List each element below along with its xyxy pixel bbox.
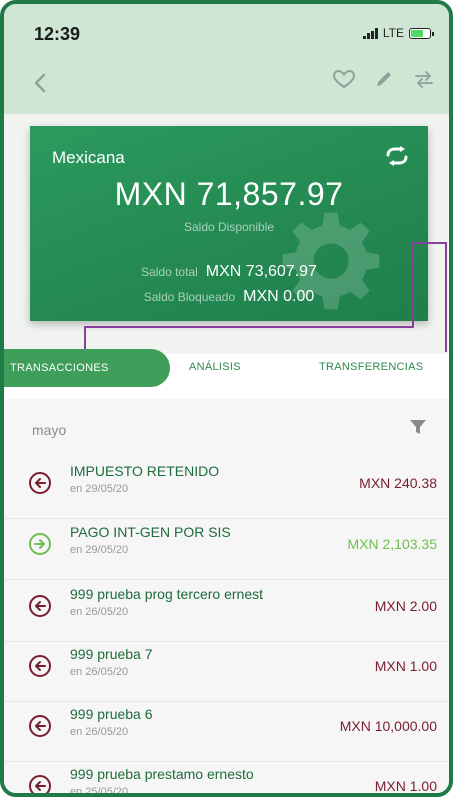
- transaction-date: en 26/05/20: [70, 666, 129, 678]
- transaction-amount: MXN 240.38: [359, 475, 437, 491]
- transaction-amount: MXN 2,103.35: [347, 536, 438, 552]
- annotation-line-vertical-mid: [412, 242, 414, 328]
- account-name: Mexicana: [52, 148, 125, 167]
- transaction-amount: MXN 2.00: [374, 598, 437, 614]
- annotation-line-vertical-right: [445, 242, 447, 352]
- available-balance: MXN 71,857.97: [114, 176, 344, 212]
- month-header: mayo: [32, 422, 67, 438]
- arrow-left-circle-icon: [29, 715, 51, 737]
- arrow-left-circle-icon: [29, 595, 51, 617]
- transaction-amount: MXN 1.00: [374, 778, 437, 794]
- transaction-title: 999 prueba 7: [70, 646, 153, 662]
- signal-icon: [362, 27, 378, 39]
- arrow-left-circle-icon: [29, 472, 51, 494]
- transaction-date: en 26/05/20: [70, 606, 129, 618]
- tab-transferencias[interactable]: TRANSFERENCIAS: [319, 361, 423, 373]
- transaction-date: en 29/05/20: [70, 483, 129, 495]
- row-divider: [4, 518, 449, 519]
- arrow-left-circle-icon: [29, 775, 51, 793]
- transaction-row[interactable]: PAGO INT-GEN POR SIS en 29/05/20 MXN 2,103…: [4, 520, 449, 580]
- swap-arrows-icon[interactable]: [382, 144, 412, 168]
- filter-icon[interactable]: [409, 418, 427, 436]
- transaction-row[interactable]: 999 prueba prog tercero ernest en 26/05/2…: [4, 582, 449, 642]
- transaction-row[interactable]: 999 prueba prestamo ernesto en 25/05/20 MX…: [4, 762, 449, 797]
- swap-arrows-icon[interactable]: [411, 66, 437, 92]
- transaction-row[interactable]: 999 prueba 6 en 26/05/20 MXN 10,000.00: [4, 702, 449, 762]
- transaction-date: en 25/05/20: [70, 786, 129, 797]
- transaction-row[interactable]: 999 prueba 7 en 26/05/20 MXN 1.00: [4, 642, 449, 702]
- tab-analisis[interactable]: ANÁLISIS: [189, 361, 241, 373]
- status-time: 12:39: [34, 24, 81, 44]
- header-actions: [331, 66, 437, 92]
- annotation-line-horizontal-top: [412, 242, 447, 244]
- blocked-balance-row: Saldo Bloqueado MXN 0.00: [30, 288, 428, 306]
- available-balance-label: Saldo Disponible: [183, 220, 275, 234]
- blocked-balance-label: Saldo Bloqueado: [143, 290, 236, 304]
- transaction-title: 999 prueba prestamo ernesto: [70, 766, 254, 782]
- heart-icon[interactable]: [331, 66, 357, 92]
- arrow-right-circle-icon: [29, 533, 51, 555]
- total-balance-value: MXN 73,607.97: [205, 263, 317, 280]
- annotation-line-vertical-left: [84, 326, 86, 350]
- tab-transacciones[interactable]: TRANSACCIONES: [4, 349, 170, 387]
- transaction-amount: MXN 1.00: [374, 658, 437, 674]
- blocked-balance-value: MXN 0.00: [243, 288, 315, 305]
- transaction-date: en 26/05/20: [70, 726, 129, 738]
- total-balance-label: Saldo total: [141, 265, 198, 279]
- app-header: 12:39 LTE: [4, 4, 449, 114]
- transaction-title: 999 prueba prog tercero ernest: [70, 586, 264, 602]
- tab-bar: TRANSACCIONES ANÁLISIS TRANSFERENCIAS: [4, 349, 449, 389]
- row-divider: [4, 579, 449, 580]
- pencil-icon[interactable]: [371, 66, 397, 92]
- phone-frame: 12:39 LTE Mexicana MXN 71,857.97 Saldo D…: [0, 0, 453, 797]
- transaction-date: en 29/05/20: [70, 544, 129, 556]
- back-chevron-icon[interactable]: [26, 68, 56, 98]
- status-indicators: LTE: [362, 26, 434, 40]
- arrow-left-circle-icon: [29, 655, 51, 677]
- account-card[interactable]: Mexicana MXN 71,857.97 Saldo Disponible …: [30, 126, 428, 321]
- transaction-title: PAGO INT-GEN POR SIS: [70, 524, 231, 540]
- transaction-row[interactable]: IMPUESTO RETENIDO en 29/05/20 MXN 240.38: [4, 459, 449, 519]
- transaction-title: 999 prueba 6: [70, 706, 153, 722]
- transaction-amount: MXN 10,000.00: [339, 718, 437, 734]
- network-type: LTE: [382, 26, 404, 40]
- total-balance-row: Saldo total MXN 73,607.97: [30, 263, 428, 281]
- battery-icon: [409, 27, 434, 39]
- annotation-line-horizontal-bottom: [84, 326, 414, 328]
- transaction-title: IMPUESTO RETENIDO: [70, 463, 220, 479]
